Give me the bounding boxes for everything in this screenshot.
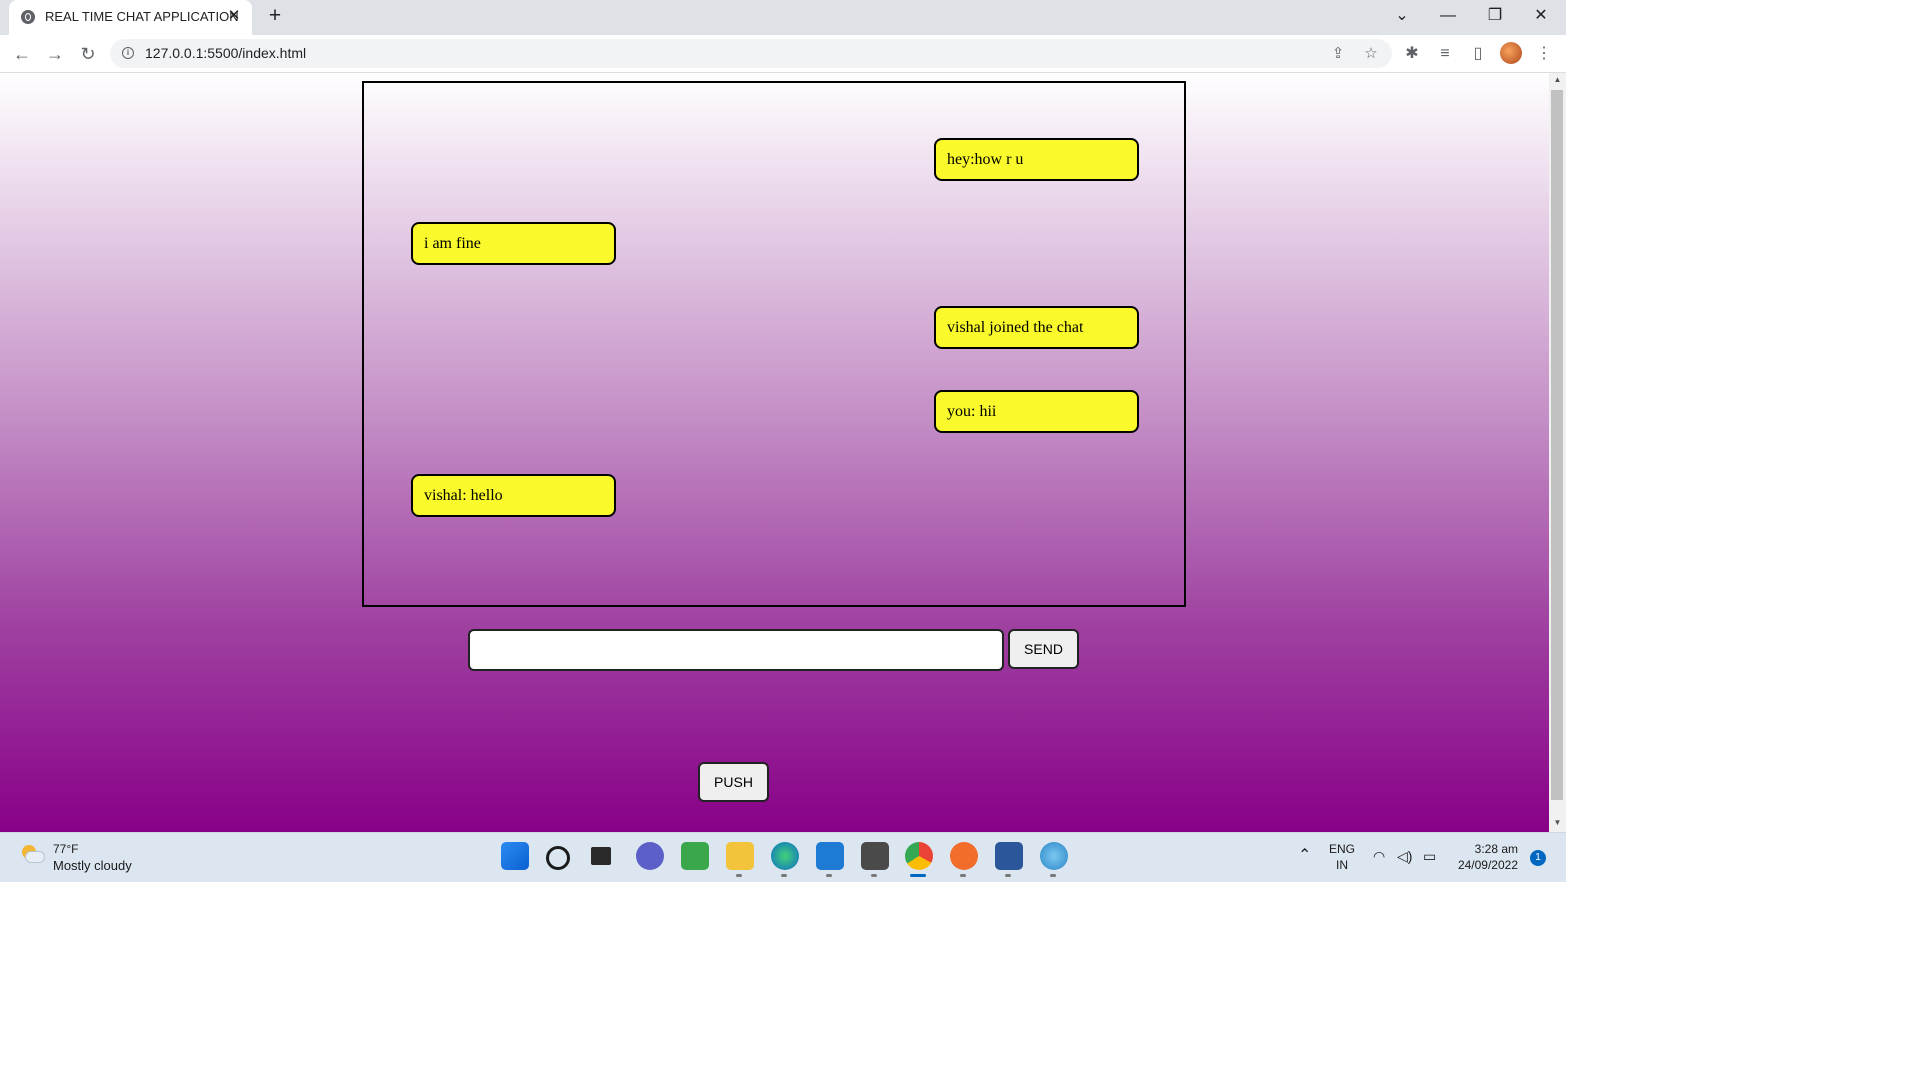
- chat-message: hey:how r u: [934, 138, 1139, 181]
- task-view-icon[interactable]: [591, 847, 611, 865]
- back-button[interactable]: ←: [9, 41, 35, 67]
- network-globe-icon[interactable]: [1040, 842, 1068, 870]
- running-indicator: [1050, 874, 1056, 877]
- reload-button[interactable]: ↻: [75, 41, 101, 67]
- region-code: IN: [1336, 858, 1348, 872]
- restore-button[interactable]: ❐: [1480, 4, 1510, 28]
- forward-button[interactable]: →: [42, 41, 68, 67]
- tab-strip: REAL TIME CHAT APPLICATION ✕ + ⌄ — ❐ ✕: [0, 0, 1566, 35]
- bookmark-star-icon[interactable]: ☆: [1360, 43, 1382, 65]
- chat-message: vishal: hello: [411, 474, 616, 517]
- vscode-icon[interactable]: [816, 842, 844, 870]
- scroll-thumb[interactable]: [1551, 90, 1563, 800]
- menu-kebab-icon[interactable]: ⋮: [1533, 43, 1555, 65]
- start-icon[interactable]: [501, 842, 529, 870]
- weather-temperature[interactable]: 77°F: [53, 842, 78, 856]
- teams-chat-icon[interactable]: [636, 842, 664, 870]
- close-window-button[interactable]: ✕: [1526, 4, 1556, 28]
- edge-browser-icon[interactable]: [771, 842, 799, 870]
- browser-toolbar: ← → ↻ i 127.0.0.1:5500/index.html ⇪ ☆: [0, 35, 1566, 73]
- scroll-down-icon[interactable]: ▼: [1549, 816, 1566, 830]
- language-indicator[interactable]: ENG IN: [1329, 842, 1355, 872]
- chevron-up-icon[interactable]: ⌃: [1298, 845, 1311, 865]
- postman-icon[interactable]: [950, 842, 978, 870]
- notification-badge[interactable]: 1: [1530, 850, 1546, 866]
- xbox-app-icon[interactable]: [681, 842, 709, 870]
- chat-message: i am fine: [411, 222, 616, 265]
- new-tab-button[interactable]: +: [264, 5, 286, 27]
- wifi-icon[interactable]: ◠: [1373, 848, 1385, 865]
- chrome-icon[interactable]: [905, 842, 933, 870]
- address-bar[interactable]: i 127.0.0.1:5500/index.html ⇪ ☆: [110, 39, 1392, 68]
- active-indicator: [910, 874, 926, 877]
- search-icon[interactable]: [546, 846, 570, 870]
- weather-partly-cloudy-icon[interactable]: [22, 845, 44, 867]
- tab-search-icon[interactable]: ⌄: [1387, 4, 1417, 28]
- running-indicator: [736, 874, 742, 877]
- send-button[interactable]: SEND: [1008, 629, 1079, 669]
- clock[interactable]: 3:28 am 24/09/2022: [1454, 842, 1518, 872]
- minimize-button[interactable]: —: [1433, 4, 1463, 28]
- windows-taskbar: 77°F Mostly cloudy ⌃ ENG IN ◠ ◁) ▭ 3:28: [0, 832, 1566, 882]
- globe-icon: [21, 10, 35, 24]
- browser-window: REAL TIME CHAT APPLICATION ✕ + ⌄ — ❐ ✕ ←…: [0, 0, 1566, 882]
- tab-title: REAL TIME CHAT APPLICATION: [45, 9, 239, 24]
- url-text: 127.0.0.1:5500/index.html: [145, 45, 307, 61]
- media-control-icon[interactable]: ≡: [1434, 43, 1456, 65]
- page-viewport: hey:how r u i am fine vishal joined the …: [0, 73, 1549, 832]
- share-icon[interactable]: ⇪: [1327, 43, 1349, 65]
- clock-time: 3:28 am: [1474, 842, 1518, 856]
- language-code: ENG: [1329, 842, 1356, 856]
- word-icon[interactable]: [995, 842, 1023, 870]
- battery-icon[interactable]: ▭: [1423, 848, 1436, 865]
- close-tab-icon[interactable]: ✕: [224, 6, 244, 26]
- message-input[interactable]: [468, 629, 1004, 671]
- side-panel-icon[interactable]: ▯: [1467, 43, 1489, 65]
- chat-message: you: hii: [934, 390, 1139, 433]
- running-indicator: [781, 874, 787, 877]
- browser-tab[interactable]: REAL TIME CHAT APPLICATION ✕: [9, 0, 252, 35]
- clock-date: 24/09/2022: [1457, 858, 1518, 872]
- chat-container: hey:how r u i am fine vishal joined the …: [362, 81, 1186, 607]
- running-indicator: [1005, 874, 1011, 877]
- profile-avatar[interactable]: [1500, 42, 1522, 64]
- chat-message: vishal joined the chat: [934, 306, 1139, 349]
- weather-condition[interactable]: Mostly cloudy: [53, 858, 132, 873]
- volume-icon[interactable]: ◁): [1397, 848, 1412, 865]
- vertical-scrollbar[interactable]: ▲ ▼: [1549, 73, 1566, 832]
- extensions-icon[interactable]: ✱: [1401, 43, 1423, 65]
- blank-area-bottom: [0, 881, 1923, 1090]
- running-indicator: [871, 874, 877, 877]
- running-indicator: [960, 874, 966, 877]
- scroll-up-icon[interactable]: ▲: [1549, 73, 1566, 87]
- push-button[interactable]: PUSH: [698, 762, 769, 802]
- sublime-text-icon[interactable]: [861, 842, 889, 870]
- blank-area-right: [1566, 0, 1923, 881]
- file-explorer-icon[interactable]: [726, 842, 754, 870]
- running-indicator: [826, 874, 832, 877]
- site-info-icon[interactable]: i: [122, 47, 134, 59]
